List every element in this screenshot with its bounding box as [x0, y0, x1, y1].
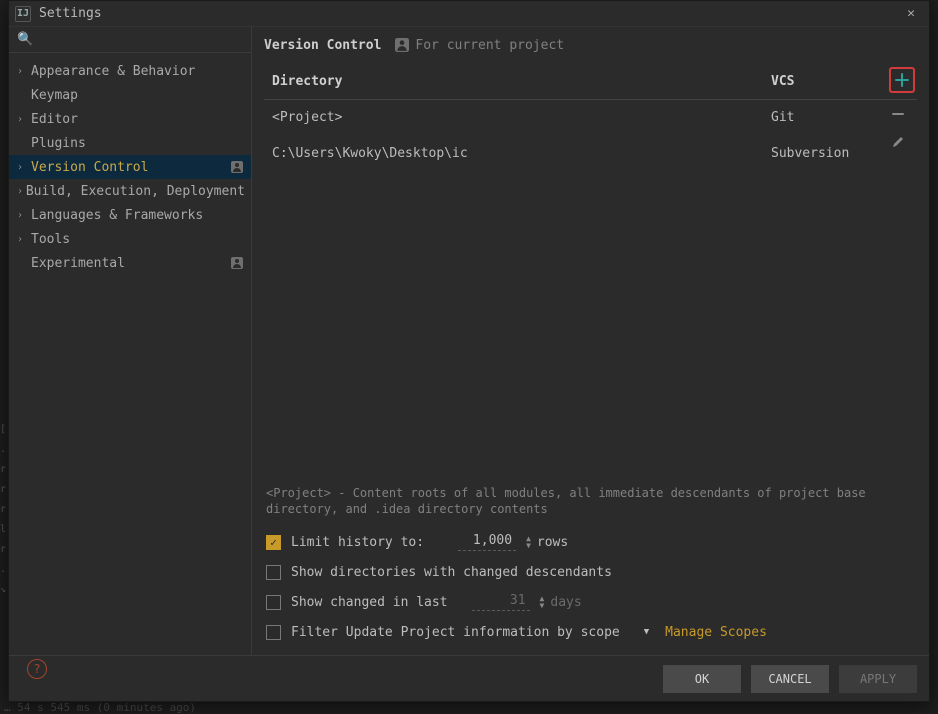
- unit-label: days: [550, 595, 581, 610]
- sidebar-item-editor[interactable]: › Editor: [9, 107, 251, 131]
- search-input[interactable]: [39, 32, 243, 47]
- option-show-changed: Show changed in last 31 ▲▼ days: [266, 587, 915, 617]
- option-label: Show changed in last: [291, 595, 448, 610]
- cell-vcs: Subversion: [763, 135, 873, 171]
- option-label: Filter Update Project information by sco…: [291, 625, 620, 640]
- sidebar-item-label: Editor: [31, 112, 78, 127]
- project-badge-icon: [229, 255, 245, 271]
- table-row[interactable]: C:\Users\Kwoky\Desktop\ic Subversion: [264, 135, 917, 171]
- page-header: Version Control For current project: [252, 27, 929, 59]
- edit-button[interactable]: [887, 131, 909, 153]
- sidebar-item-label: Languages & Frameworks: [31, 208, 203, 223]
- close-icon[interactable]: ✕: [899, 6, 923, 21]
- sidebar-item-plugins[interactable]: › Plugins: [9, 131, 251, 155]
- checkbox-filter-scope[interactable]: [266, 625, 281, 640]
- col-directory[interactable]: Directory: [264, 65, 763, 99]
- table-row[interactable]: <Project> Git: [264, 99, 917, 135]
- manage-scopes-link[interactable]: Manage Scopes: [665, 625, 767, 640]
- project-badge-icon: [395, 38, 409, 52]
- apply-button[interactable]: APPLY: [839, 665, 917, 693]
- search-icon: 🔍: [17, 32, 33, 47]
- sidebar-item-tools[interactable]: › Tools: [9, 227, 251, 251]
- chevron-right-icon: ›: [17, 234, 31, 245]
- vcs-table-area: Directory VCS <Project> Git C:\Users\Kwo: [252, 59, 929, 172]
- sidebar-item-version-control[interactable]: › Version Control: [9, 155, 251, 179]
- chevron-right-icon: ›: [17, 162, 31, 173]
- sidebar-item-languages[interactable]: › Languages & Frameworks: [9, 203, 251, 227]
- background-status: … 54 s 545 ms (0 minutes ago): [4, 701, 196, 714]
- stepper[interactable]: ▲▼: [540, 595, 545, 609]
- app-icon: IJ: [15, 6, 31, 22]
- add-button[interactable]: [889, 67, 915, 93]
- remove-button[interactable]: [887, 103, 909, 125]
- changed-days-value[interactable]: 31: [472, 593, 530, 611]
- stepper[interactable]: ▲▼: [526, 535, 531, 549]
- sidebar-item-experimental[interactable]: › Experimental: [9, 251, 251, 275]
- window-title: Settings: [39, 6, 102, 21]
- chevron-down-icon: ▼: [526, 542, 531, 549]
- settings-tree: › Appearance & Behavior › Keymap › Edito…: [9, 53, 251, 655]
- project-badge-icon: [229, 159, 245, 175]
- project-description: <Project> - Content roots of all modules…: [266, 479, 915, 527]
- limit-history-value[interactable]: 1,000: [458, 533, 516, 551]
- sidebar-item-build[interactable]: › Build, Execution, Deployment: [9, 179, 251, 203]
- chevron-right-icon: ›: [17, 186, 26, 197]
- sidebar: 🔍 › Appearance & Behavior › Keymap › Edi…: [9, 27, 252, 655]
- help-icon[interactable]: ?: [27, 659, 47, 679]
- unit-label: rows: [537, 535, 568, 550]
- sidebar-item-label: Tools: [31, 232, 70, 247]
- sidebar-item-keymap[interactable]: › Keymap: [9, 83, 251, 107]
- sidebar-item-label: Appearance & Behavior: [31, 64, 195, 79]
- option-filter-scope: Filter Update Project information by sco…: [266, 617, 915, 647]
- sidebar-item-label: Keymap: [31, 88, 78, 103]
- scope-dropdown[interactable]: ▼: [644, 627, 649, 637]
- checkbox-show-changed[interactable]: [266, 595, 281, 610]
- cancel-button[interactable]: CANCEL: [751, 665, 829, 693]
- checkbox-show-dirs[interactable]: [266, 565, 281, 580]
- cell-directory: <Project>: [264, 99, 763, 135]
- sidebar-item-label: Experimental: [31, 256, 125, 271]
- sidebar-item-label: Plugins: [31, 136, 86, 151]
- editor-gutter: [.rrrlr.↘: [0, 420, 8, 600]
- ok-button[interactable]: OK: [663, 665, 741, 693]
- chevron-right-icon: ›: [17, 210, 31, 221]
- cell-directory: C:\Users\Kwoky\Desktop\ic: [264, 135, 763, 171]
- sidebar-item-appearance[interactable]: › Appearance & Behavior: [9, 59, 251, 83]
- col-vcs[interactable]: VCS: [763, 65, 873, 99]
- chevron-down-icon: ▼: [540, 602, 545, 609]
- option-label: Limit history to:: [291, 535, 424, 550]
- options-block: <Project> - Content roots of all modules…: [252, 479, 929, 647]
- page-subtitle: For current project: [415, 38, 564, 53]
- settings-page: Version Control For current project Dire…: [252, 27, 929, 655]
- sidebar-item-label: Build, Execution, Deployment: [26, 184, 245, 199]
- option-label: Show directories with changed descendant…: [291, 565, 612, 580]
- chevron-right-icon: ›: [17, 66, 31, 77]
- cell-vcs: Git: [763, 99, 873, 135]
- titlebar: IJ Settings ✕: [9, 1, 929, 27]
- settings-dialog: IJ Settings ✕ 🔍 › Appearance & Behavior …: [8, 0, 930, 702]
- option-limit-history: Limit history to: 1,000 ▲▼ rows: [266, 527, 915, 557]
- vcs-table: Directory VCS <Project> Git C:\Users\Kwo: [264, 65, 917, 172]
- dialog-footer: OK CANCEL APPLY: [9, 655, 929, 701]
- chevron-right-icon: ›: [17, 114, 31, 125]
- option-show-dirs: Show directories with changed descendant…: [266, 557, 915, 587]
- checkbox-limit-history[interactable]: [266, 535, 281, 550]
- sidebar-item-label: Version Control: [31, 160, 148, 175]
- page-title: Version Control: [264, 38, 381, 53]
- search-bar[interactable]: 🔍: [9, 27, 251, 53]
